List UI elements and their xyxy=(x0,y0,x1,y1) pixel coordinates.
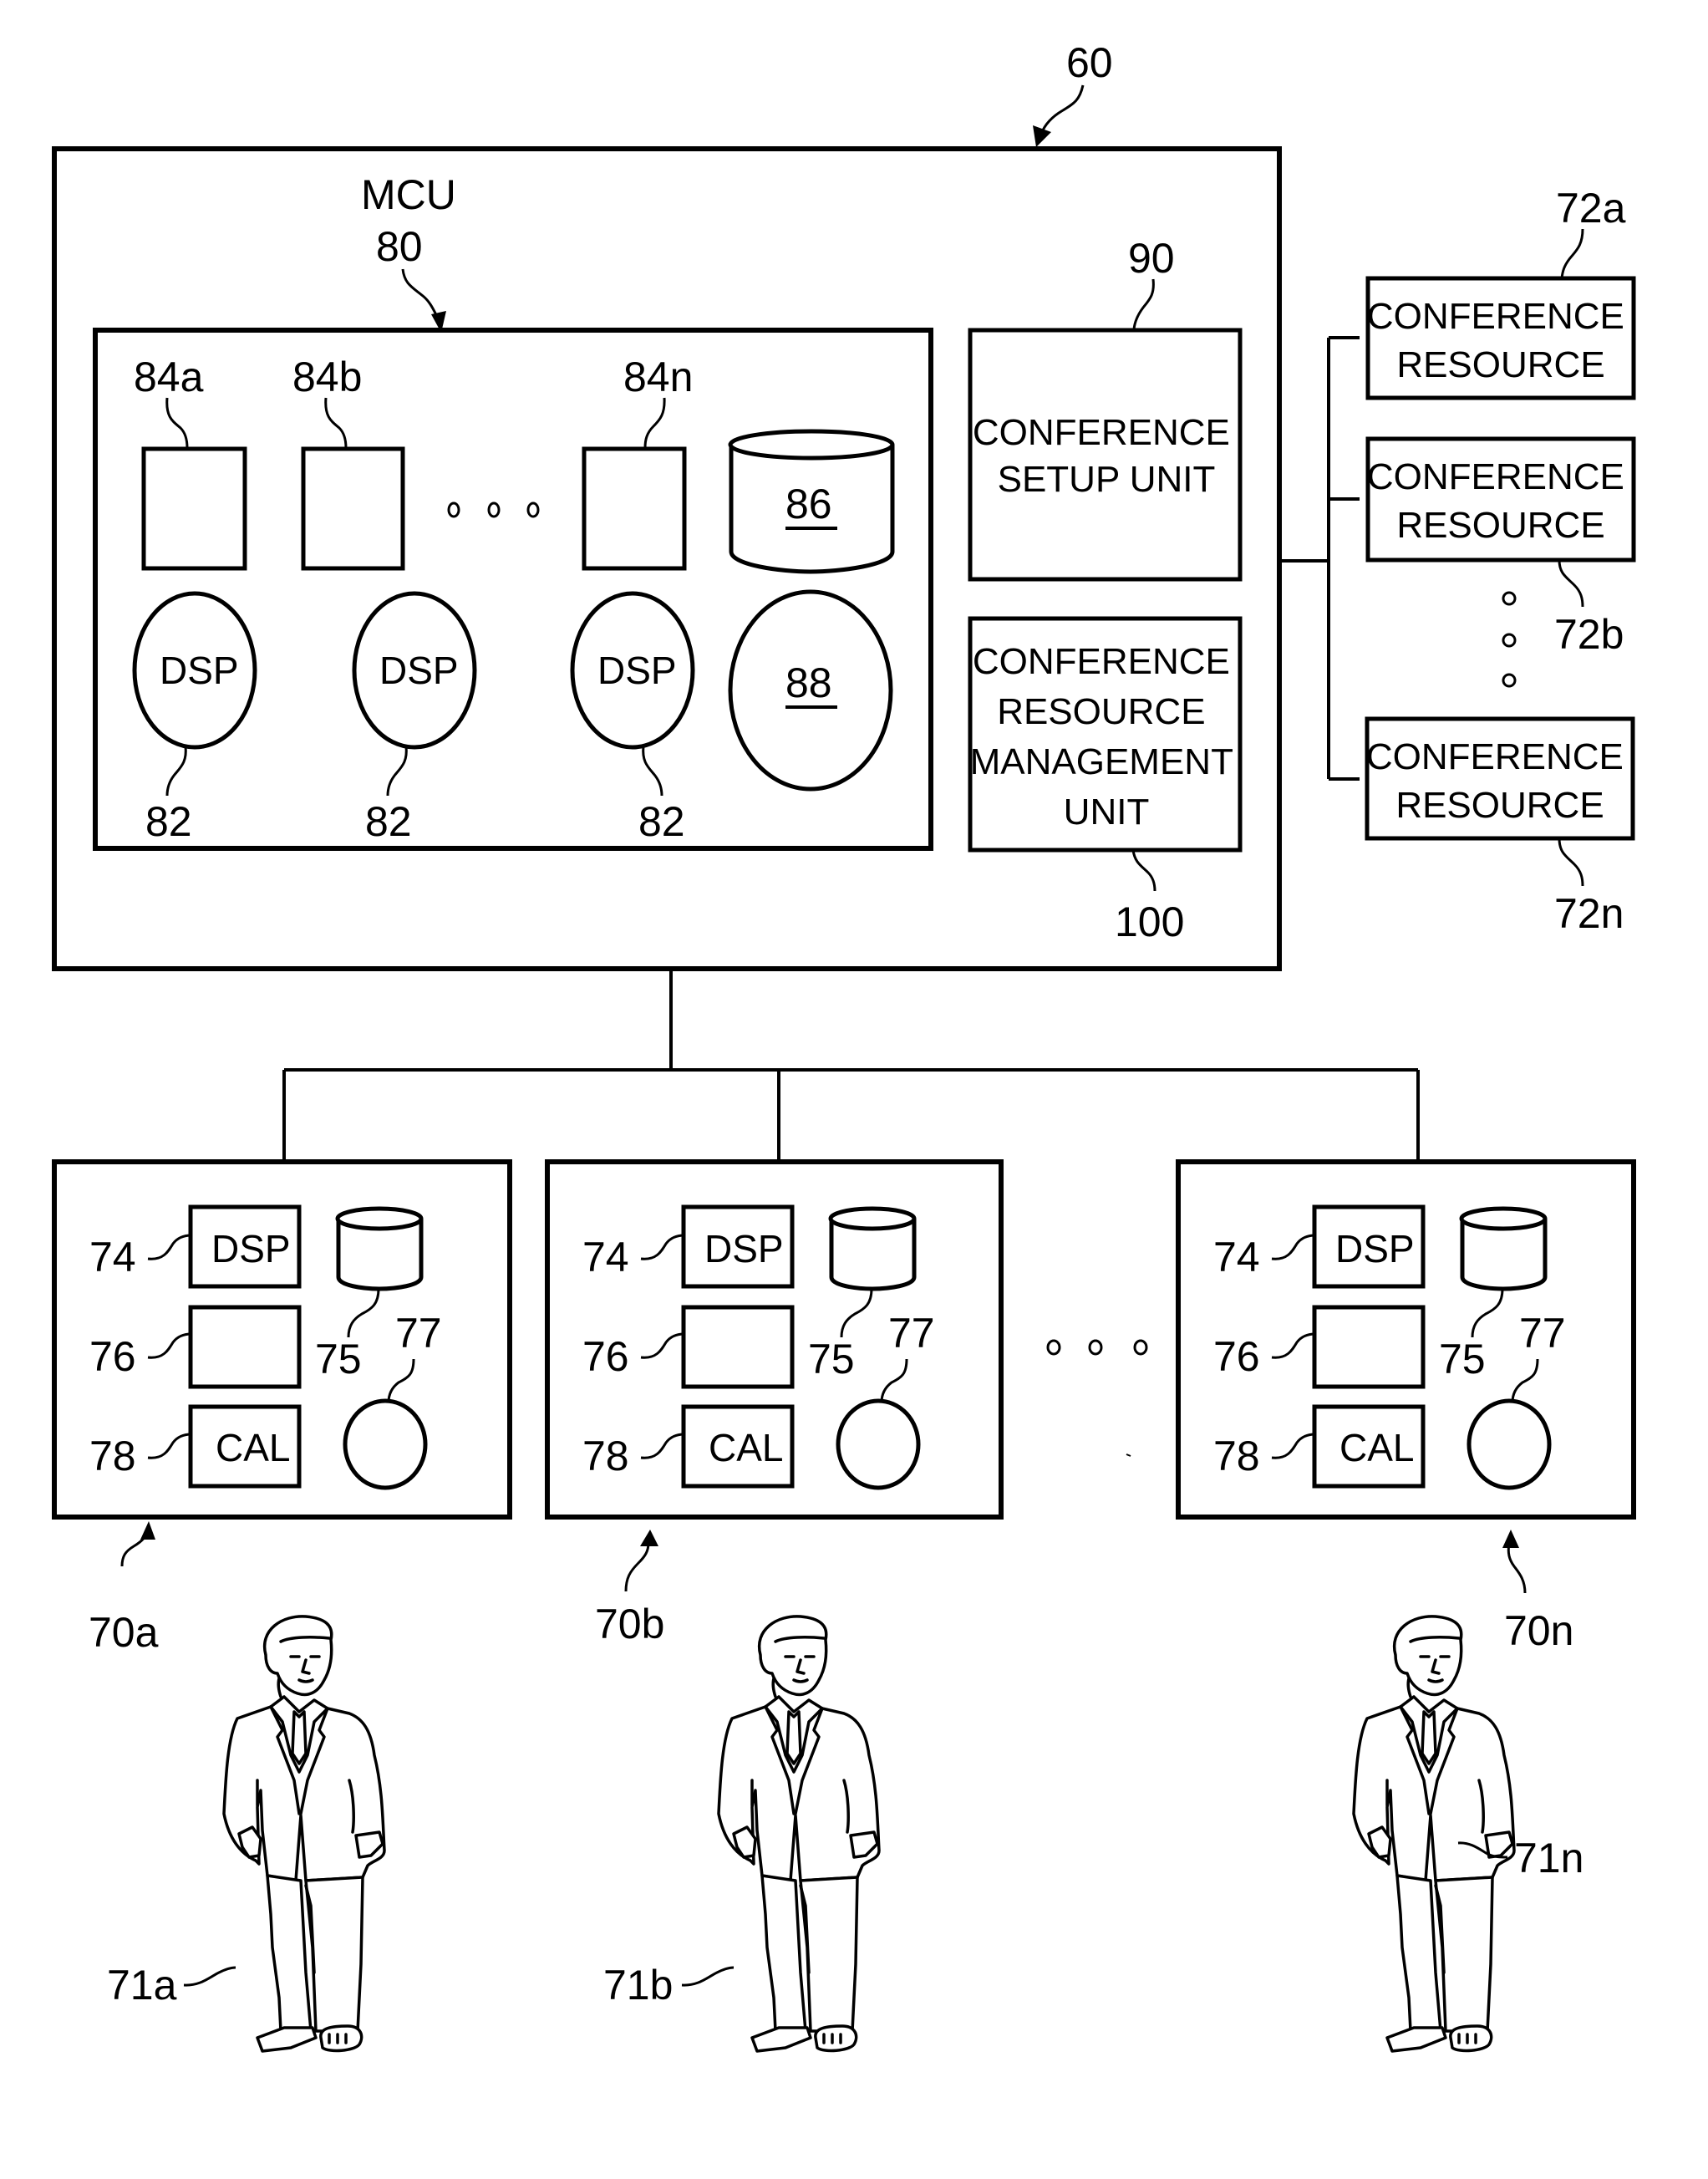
ref-84b-label: 84b xyxy=(292,354,362,400)
dsp-label: DSP xyxy=(597,649,677,692)
ref-75-label: 75 xyxy=(315,1336,362,1382)
ref-74-label: 74 xyxy=(582,1234,629,1280)
ref-72b-leader xyxy=(1558,559,1584,608)
ref-74-label: 74 xyxy=(89,1234,136,1280)
ref-70n-label: 70n xyxy=(1504,1607,1573,1654)
ref-77-label: 77 xyxy=(888,1310,935,1357)
terminal-dsp-label: DSP xyxy=(211,1227,291,1270)
terminal-processor-circle xyxy=(836,1398,921,1490)
ref-76-label: 76 xyxy=(89,1333,136,1380)
user-71a-person-icon xyxy=(222,1615,386,2053)
ref-72a-leader xyxy=(1560,228,1584,279)
terminal-blank-box xyxy=(1312,1305,1426,1389)
ref-71n-label: 71n xyxy=(1514,1835,1583,1881)
terminal-cal-label: CAL xyxy=(709,1426,783,1469)
ref-82-label: 82 xyxy=(365,798,412,845)
terminal-dsp-label: DSP xyxy=(704,1227,784,1270)
ref-74-label: 74 xyxy=(1213,1234,1260,1280)
ref-77-label: 77 xyxy=(1519,1310,1566,1357)
mcu-title: MCU xyxy=(361,171,456,218)
terminal-70a: 74 DSP 76 78 CAL 75 77 xyxy=(52,1159,512,1520)
terminal-processor-circle xyxy=(1467,1398,1552,1490)
ellipsis-terminals xyxy=(1046,1339,1148,1356)
conference-system-diagram: 60 MCU 80 84a 84b 84n 86 DSP 82 DSP 82 D… xyxy=(52,39,1636,2053)
terminal-storage-cylinder-icon xyxy=(1459,1206,1548,1231)
ref-71b-label: 71b xyxy=(603,1962,673,2008)
ref-84a-label: 84a xyxy=(134,354,204,400)
ref-76-label: 76 xyxy=(1213,1333,1260,1380)
ref-75-label: 75 xyxy=(808,1336,855,1382)
dsp-label: DSP xyxy=(160,649,239,692)
conference-setup-unit-box xyxy=(968,328,1243,582)
ref-78-label: 78 xyxy=(1213,1433,1260,1479)
mcu-ref-label: 80 xyxy=(376,223,423,270)
dsp-label: DSP xyxy=(379,649,459,692)
user-71b-person-icon xyxy=(717,1615,881,2053)
ref-86-label: 86 xyxy=(785,481,832,527)
terminal-storage-cylinder-icon xyxy=(335,1206,424,1231)
conference-resource-72n: CONFERENCE RESOURCE xyxy=(1365,716,1635,841)
ref-70a-label: 70a xyxy=(89,1609,159,1656)
ref-71a-leader xyxy=(183,1966,236,1987)
terminal-cal-label: CAL xyxy=(216,1426,290,1469)
terminal-processor-circle xyxy=(343,1398,428,1490)
ref-75-label: 75 xyxy=(1439,1336,1486,1382)
ref-90-label: 90 xyxy=(1128,235,1175,282)
ref-72n-label: 72n xyxy=(1554,890,1624,937)
ref-70a: 70a xyxy=(89,1521,159,1656)
terminal-network-lines xyxy=(282,969,1420,1162)
ref-88-label: 88 xyxy=(785,659,832,706)
ref-70b: 70b xyxy=(595,1530,664,1647)
terminal-cal-label: CAL xyxy=(1339,1426,1414,1469)
conference-resource-72b: CONFERENCE RESOURCE xyxy=(1365,436,1636,563)
stray-mark xyxy=(1126,1454,1131,1457)
ellipsis-72 xyxy=(1502,591,1517,688)
ref-72b-label: 72b xyxy=(1554,611,1624,658)
ref-71b-leader xyxy=(681,1966,735,1987)
ref-76-label: 76 xyxy=(582,1333,629,1380)
conference-resource-72a: CONFERENCE RESOURCE xyxy=(1365,276,1636,400)
ref-84n-label: 84n xyxy=(623,354,693,400)
ref-78-label: 78 xyxy=(89,1433,136,1479)
terminal-blank-box xyxy=(681,1305,795,1389)
ref-71a-label: 71a xyxy=(107,1962,177,2008)
resource-bus xyxy=(1279,336,1360,781)
ref-72n-leader xyxy=(1558,837,1584,887)
ref-78-label: 78 xyxy=(582,1433,629,1479)
terminal-blank-box xyxy=(188,1305,302,1389)
user-71n-person-icon xyxy=(1352,1615,1516,2053)
terminal-70b: 74 DSP 76 78 CAL 75 77 xyxy=(545,1159,1004,1520)
ref-82-label: 82 xyxy=(638,798,685,845)
storage-86-cylinder-icon: 86 xyxy=(728,429,895,574)
ref-77-label: 77 xyxy=(395,1310,442,1357)
ref-82-label: 82 xyxy=(145,798,192,845)
terminal-70n: 74 DSP 76 78 CAL 75 77 xyxy=(1176,1159,1636,1520)
processor-88-circle: 88 xyxy=(728,589,893,792)
terminal-storage-cylinder-icon xyxy=(828,1206,917,1231)
terminal-dsp-label: DSP xyxy=(1335,1227,1415,1270)
ref-60-arrow xyxy=(1033,84,1085,147)
ref-100-label: 100 xyxy=(1115,899,1184,945)
ref-70n: 70n xyxy=(1502,1530,1573,1654)
ref-72a-label: 72a xyxy=(1556,185,1626,232)
ref-70b-label: 70b xyxy=(595,1601,664,1647)
ref-60-label: 60 xyxy=(1066,39,1113,86)
